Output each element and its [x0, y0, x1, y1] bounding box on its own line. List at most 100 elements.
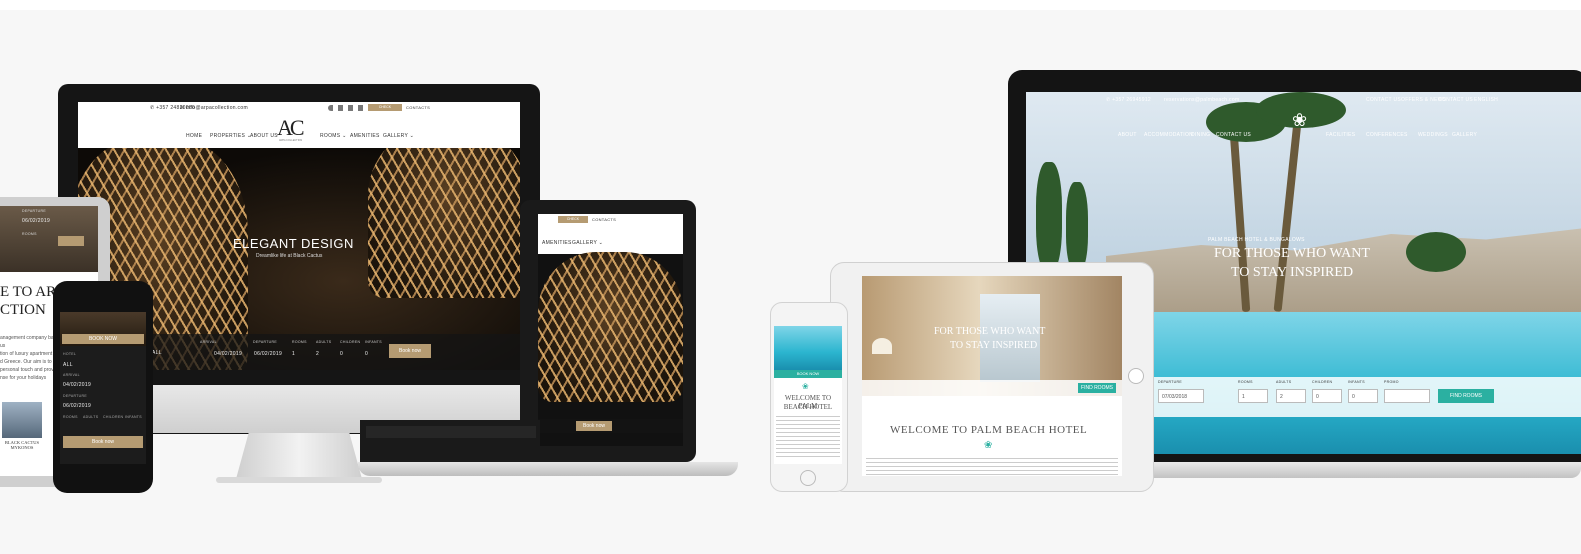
- header-email[interactable]: ✉ info@arpacollection.com: [180, 105, 248, 111]
- hero-title: ELEGANT DESIGN: [233, 236, 354, 251]
- palm-tablet-body-text: [866, 458, 1118, 476]
- imac-book-now-button[interactable]: Book now: [389, 344, 431, 358]
- palm-top-link[interactable]: CONTACT US: [1366, 97, 1401, 103]
- palm-label-adults: ADULTS: [1276, 380, 1292, 384]
- menu-amenities[interactable]: AMENITIES: [350, 133, 380, 139]
- palm-top-link[interactable]: CONTACT US: [1438, 97, 1473, 103]
- palm-phone-banner[interactable]: BOOK NOW: [774, 370, 842, 378]
- palm-tree-right: [1406, 232, 1466, 272]
- basket-right-image: [368, 148, 520, 298]
- laptop-lower-screen: [360, 420, 540, 462]
- palm-tablet-screen: FOR THOSE WHO WANT TO STAY INSPIRED FIND…: [862, 276, 1122, 476]
- palm-tablet-lamp: [872, 338, 892, 354]
- laptop-contacts[interactable]: CONTACTS: [592, 217, 616, 222]
- palm-label-promo: PROMO: [1384, 380, 1399, 384]
- palm-language[interactable]: ENGLISH: [1474, 97, 1498, 103]
- palm-departure-input[interactable]: 07/03/2018: [1158, 389, 1204, 403]
- palm-menu-about[interactable]: ABOUT: [1118, 132, 1137, 138]
- laptop-book-now-button[interactable]: Book now: [576, 421, 612, 431]
- phone-label-hotel: HOTEL: [63, 352, 77, 356]
- contacts-link[interactable]: CONTACTS: [406, 105, 430, 110]
- laptop-menu-amenities[interactable]: AMENITIES: [542, 240, 572, 246]
- palm-adults-select[interactable]: 2: [1276, 389, 1306, 403]
- laptop-menu-gallery[interactable]: GALLERY ⌄: [572, 240, 603, 246]
- phone-hotel-select[interactable]: ALL: [63, 362, 73, 368]
- label-infants: INFANTS: [365, 340, 382, 344]
- label-children: CHILDREN: [340, 340, 361, 344]
- menu-about[interactable]: ABOUT US: [250, 133, 278, 139]
- palm-tablet-logo-icon: ❀: [984, 440, 993, 451]
- palm-phone-body-text: [776, 416, 840, 460]
- palm-children-select[interactable]: 0: [1312, 389, 1342, 403]
- palm-phone-pool: [774, 326, 842, 370]
- menu-home[interactable]: HOME: [186, 133, 202, 139]
- phone-label-infants: INFANTS: [125, 415, 142, 419]
- palm-label-infants: INFANTS: [1348, 380, 1365, 384]
- tablet-thumbnail[interactable]: [2, 402, 42, 438]
- menu-rooms[interactable]: ROOMS ⌄: [320, 133, 347, 139]
- palm-tablet-welcome: WELCOME TO PALM BEACH HOTEL: [890, 424, 1088, 436]
- logo-caption: ARPA COLLECTION: [279, 139, 303, 142]
- rooms-select[interactable]: 1: [292, 351, 295, 357]
- tablet-heading-2: CTION: [0, 302, 46, 318]
- infants-select[interactable]: 0: [365, 351, 368, 357]
- palm-laptop-base: [1130, 462, 1581, 478]
- phone-departure-input[interactable]: 06/02/2019: [63, 403, 91, 409]
- hero-subtitle: Dreamlike life at Black Cactus: [256, 253, 323, 259]
- palm-rooms-select[interactable]: 1: [1238, 389, 1268, 403]
- palm-email[interactable]: reservations@palmbeach.com: [1164, 97, 1239, 103]
- left-mockup: ✆ +357 24820880 ✉ info@arpacollection.co…: [0, 80, 760, 500]
- menu-properties[interactable]: PROPERTIES ⌄: [210, 133, 251, 139]
- arrival-input[interactable]: 04/02/2019: [214, 351, 242, 357]
- palm-menu-conferences[interactable]: CONFERENCES: [1366, 132, 1408, 138]
- palm-menu-dining[interactable]: DINING: [1191, 132, 1210, 138]
- departure-input[interactable]: 06/02/2019: [254, 351, 282, 357]
- palm-tablet-home-button[interactable]: [1128, 368, 1144, 384]
- palm-promo-input[interactable]: [1384, 389, 1430, 403]
- phone-label-children: CHILDREN: [103, 415, 124, 419]
- palm-menu-accommodation[interactable]: ACCOMMODATION: [1144, 132, 1193, 138]
- laptop-booking-bar: Book now: [538, 419, 683, 433]
- phone-hero: BOOK NOW: [60, 312, 146, 346]
- phone-book-banner[interactable]: BOOK NOW: [62, 334, 144, 344]
- label-rooms: ROOMS: [292, 340, 307, 344]
- palm-infants-select[interactable]: 0: [1348, 389, 1378, 403]
- palm-phone-screen: BOOK NOW ❀ WELCOME TO PALM BEACH HOTEL: [774, 326, 842, 464]
- palm-hero-line2: TO STAY INSPIRED: [1231, 265, 1354, 280]
- tablet-book-button[interactable]: [58, 236, 84, 246]
- social-icons[interactable]: [328, 105, 368, 111]
- palm-find-rooms-button[interactable]: FIND ROOMS: [1438, 389, 1494, 403]
- cypress-tree: [1036, 162, 1062, 272]
- label-adults: ADULTS: [316, 340, 332, 344]
- palm-logo-icon[interactable]: ❀: [1292, 110, 1307, 131]
- palm-menu-contact[interactable]: CONTACT US: [1216, 132, 1251, 138]
- label-departure: DEPARTURE: [253, 340, 277, 344]
- hotel-select[interactable]: ALL: [152, 350, 162, 356]
- tablet-departure[interactable]: 06/02/2019: [22, 218, 50, 224]
- children-select[interactable]: 0: [340, 351, 343, 357]
- palm-label-children: CHILDREN: [1312, 380, 1333, 384]
- arpa-logo[interactable]: AC ARPA COLLECTION: [275, 115, 309, 145]
- laptop-availability-button[interactable]: CHECK AVAILABILITY: [558, 216, 588, 228]
- check-availability-button[interactable]: CHECK AVAILABILITY: [368, 104, 402, 116]
- phone-arrival-input[interactable]: 04/02/2019: [63, 382, 91, 388]
- palm-menu-weddings[interactable]: WEDDINGS: [1418, 132, 1448, 138]
- phone-book-now-button[interactable]: Book now: [63, 436, 143, 448]
- palm-tablet-hero: FOR THOSE WHO WANT TO STAY INSPIRED FIND…: [862, 276, 1122, 396]
- palm-tablet-find-rooms-button[interactable]: FIND ROOMS: [1078, 383, 1116, 393]
- laptop-base: [358, 462, 738, 476]
- palm-tablet-window: [980, 294, 1040, 382]
- palm-menu-facilities[interactable]: FACILITIES: [1326, 132, 1355, 138]
- laptop-lower-bar: [366, 426, 536, 438]
- imac-base: [216, 477, 382, 483]
- palm-menu-gallery[interactable]: GALLERY: [1452, 132, 1477, 138]
- cypress-tree: [1066, 182, 1088, 272]
- logo-mark: AC: [277, 115, 305, 140]
- phone-label-rooms: ROOMS: [63, 415, 78, 419]
- tablet-label-rooms: ROOMS: [22, 232, 37, 236]
- adults-select[interactable]: 2: [316, 351, 319, 357]
- palm-hero-line1: FOR THOSE WHO WANT: [1214, 246, 1370, 261]
- menu-gallery[interactable]: GALLERY ⌄: [383, 133, 414, 139]
- palm-phone-home-button[interactable]: [800, 470, 816, 486]
- phone-label-arrival: ARRIVAL: [63, 373, 80, 377]
